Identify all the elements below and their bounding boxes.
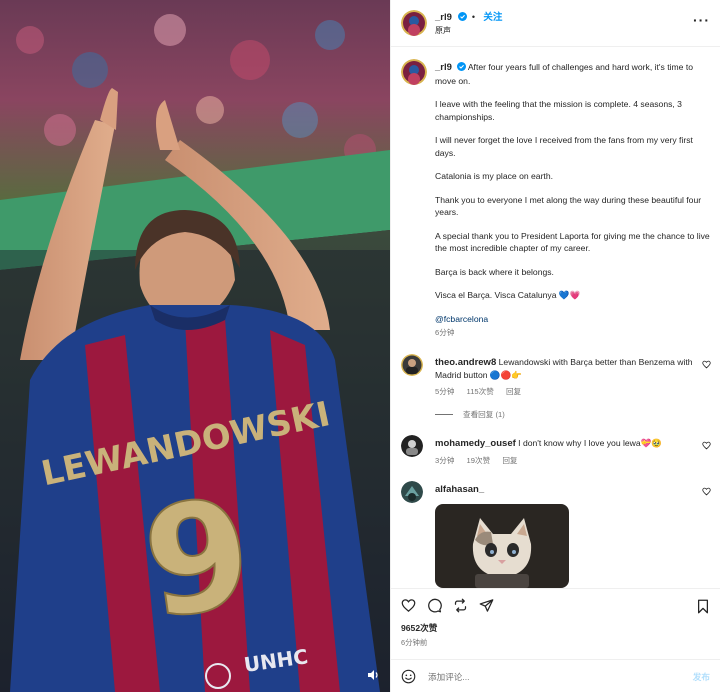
header-text: _rl9 • 关注 原声 (435, 9, 502, 37)
caption-paragraph: Visca el Barça. Visca Catalunya 💙💗 (435, 290, 581, 300)
comment-text: I don't know why I love you lewa💝🥹 (518, 438, 663, 448)
share-send-icon[interactable] (479, 598, 494, 613)
avatar[interactable] (401, 435, 423, 457)
comment-body: alfahasan_ (435, 483, 694, 496)
comment-username[interactable]: alfahasan_ (435, 484, 484, 495)
verified-badge-icon (458, 12, 468, 21)
comment-time: 5分钟 (435, 387, 455, 396)
comments-list[interactable]: _rl9 After four years full of challenges… (391, 47, 720, 588)
avatar[interactable] (401, 59, 427, 85)
comment-input[interactable] (426, 670, 670, 683)
audio-label[interactable]: 原声 (435, 24, 502, 37)
caption-time: 6分钟 (435, 328, 455, 337)
reply-button[interactable]: 回复 (506, 387, 521, 396)
like-comment-heart-icon[interactable] (702, 360, 711, 369)
comment-item: mohamedy_ousef I don't know why I love y… (391, 435, 720, 466)
post-side-panel: _rl9 • 关注 原声 ··· _rl9 After four years f… (390, 0, 720, 692)
comment-item: alfahasan_ (391, 481, 720, 588)
caption-username[interactable]: _rl9 (435, 62, 452, 73)
post-viewer: LEWANDOWSKI 9 UNHC _rl9 • 关注 原声 ··· _rl9… (0, 0, 720, 692)
post-media[interactable]: LEWANDOWSKI 9 UNHC (0, 0, 390, 692)
verified-badge-icon (456, 62, 466, 71)
caption-paragraph: Catalonia is my place on earth. (435, 171, 553, 181)
view-replies-button[interactable]: 查看回复 (1) (435, 409, 720, 420)
comment-meta: 5分钟 115次赞 回复 (435, 386, 694, 397)
caption-mention-row: @fcbarcelona (435, 313, 710, 326)
bookmark-icon[interactable] (696, 599, 710, 614)
comment-bubble-icon[interactable] (427, 598, 442, 613)
action-icons (391, 589, 720, 613)
likes-count[interactable]: 9652次赞 (391, 613, 720, 634)
post-actions: 9652次赞 6分钟前 (391, 588, 720, 659)
comment-likes[interactable]: 19次赞 (467, 456, 491, 465)
post-caption: _rl9 After four years full of challenges… (391, 47, 720, 338)
reply-button[interactable]: 回复 (502, 456, 517, 465)
emoji-icon[interactable] (401, 669, 416, 684)
like-comment-heart-icon[interactable] (702, 487, 711, 496)
mention-link[interactable]: @fcbarcelona (435, 314, 488, 324)
comment-username[interactable]: mohamedy_ousef (435, 438, 516, 449)
header-username[interactable]: _rl9 (435, 12, 452, 23)
avatar[interactable] (401, 354, 423, 376)
separator-dot: • (471, 12, 475, 22)
view-replies-label: 查看回复 (1) (463, 410, 505, 419)
comment-meta: 3分钟 19次赞 回复 (435, 455, 694, 466)
caption-paragraph: I leave with the feeling that the missio… (435, 99, 682, 122)
caption-paragraph: Thank you to everyone I met along the wa… (435, 194, 702, 218)
more-horizontal-icon[interactable]: ··· (693, 12, 710, 28)
caption-text: After four years full of challenges and … (435, 62, 694, 86)
avatar[interactable] (401, 10, 427, 36)
post-photo: LEWANDOWSKI 9 UNHC (0, 0, 390, 692)
like-heart-icon[interactable] (401, 598, 416, 613)
caption-paragraph: _rl9 After four years full of challenges… (435, 61, 710, 87)
comment-item: theo.andrew8 Lewandowski with Barça bett… (391, 354, 720, 397)
replies-divider (435, 414, 453, 415)
add-comment-bar: 发布 (391, 659, 720, 693)
like-comment-heart-icon[interactable] (702, 441, 711, 450)
comment-username[interactable]: theo.andrew8 (435, 357, 496, 368)
comment-likes[interactable]: 115次赞 (467, 387, 494, 396)
comment-time: 3分钟 (435, 456, 455, 465)
comment-image[interactable] (435, 504, 569, 588)
post-comment-button[interactable]: 发布 (693, 671, 710, 683)
caption-paragraph: A special thank you to President Laporta… (435, 230, 710, 254)
caption-paragraph: Barça is back where it belongs. (435, 266, 554, 277)
repost-icon[interactable] (453, 598, 468, 613)
post-header: _rl9 • 关注 原声 ··· (391, 0, 720, 47)
cat-image (435, 504, 569, 588)
follow-button[interactable]: 关注 (483, 12, 502, 23)
caption-paragraph: I will never forget the love I received … (435, 135, 693, 158)
post-time: 6分钟前 (401, 638, 428, 647)
comment-body: mohamedy_ousef I don't know why I love y… (435, 437, 694, 450)
audio-icon[interactable] (366, 668, 380, 682)
avatar[interactable] (401, 481, 423, 503)
comment-body: theo.andrew8 Lewandowski with Barça bett… (435, 356, 694, 381)
